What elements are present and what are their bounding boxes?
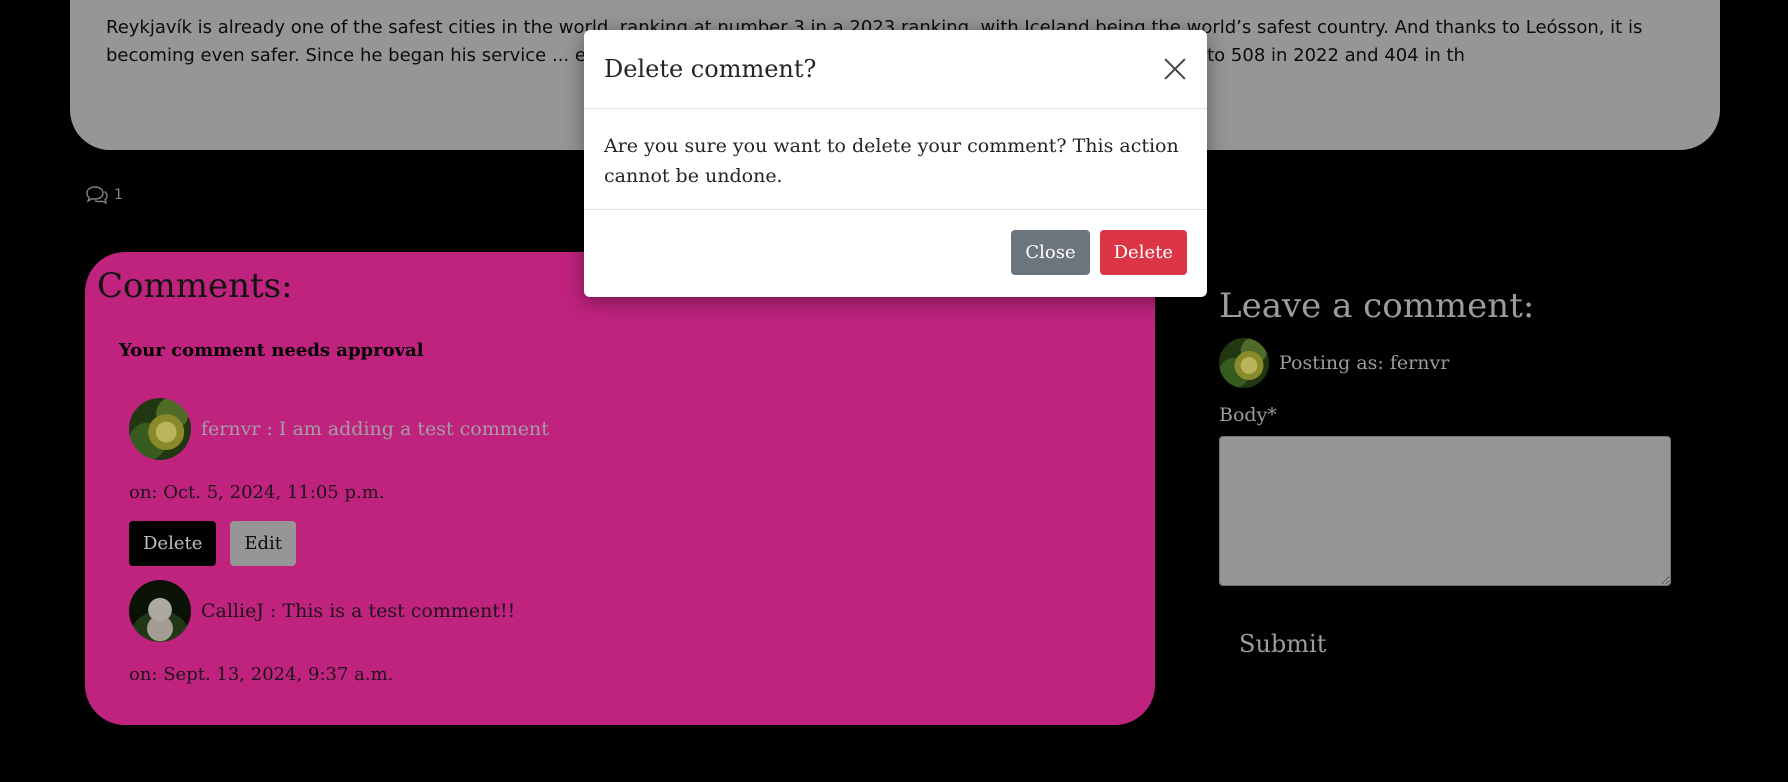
delete-comment-modal: Delete comment? Are you sure you want to… [584, 30, 1207, 297]
close-button[interactable]: Close [1011, 230, 1090, 275]
modal-body: Are you sure you want to delete your com… [584, 109, 1207, 210]
modal-title: Delete comment? [604, 55, 817, 83]
close-icon[interactable] [1161, 55, 1189, 83]
confirm-delete-button[interactable]: Delete [1099, 230, 1187, 275]
